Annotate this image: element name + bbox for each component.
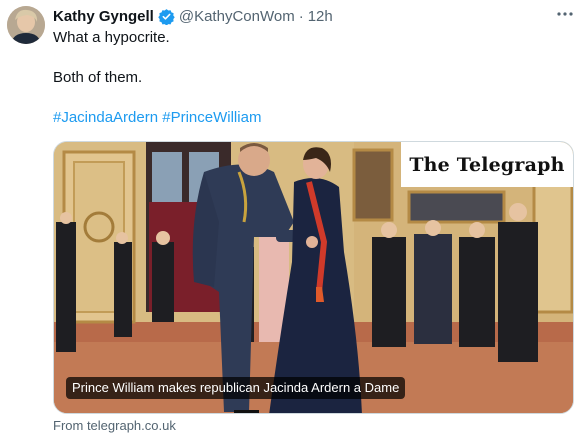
publisher-logo-text: The Telegraph — [409, 153, 565, 176]
tweet-text-line-2: Both of them. — [53, 69, 143, 86]
author-handle[interactable]: @KathyConWom — [179, 8, 295, 25]
avatar[interactable] — [7, 6, 45, 44]
card-caption: Prince William makes republican Jacinda … — [66, 377, 406, 399]
hashtag-link[interactable]: #PrinceWilliam — [162, 109, 261, 126]
card-source-link[interactable]: From telegraph.co.uk — [53, 418, 176, 433]
tweet-text-line-1: What a hypocrite. — [53, 29, 170, 46]
publisher-logo: The Telegraph — [401, 142, 573, 187]
avatar-image — [7, 6, 45, 44]
hashtag-list: #JacindaArdern #PrinceWilliam — [53, 108, 261, 128]
tweet[interactable]: Kathy Gyngell @KathyConWom · 12h What a … — [0, 0, 580, 437]
verified-badge-icon — [158, 8, 175, 25]
header-separator: · — [298, 7, 304, 25]
author-name[interactable]: Kathy Gyngell — [53, 8, 154, 25]
more-options-icon[interactable] — [552, 4, 578, 24]
tweet-timestamp[interactable]: 12h — [308, 8, 333, 25]
hashtag-link[interactable]: #JacindaArdern — [53, 109, 158, 126]
tweet-header: Kathy Gyngell @KathyConWom · 12h — [53, 6, 333, 26]
link-preview-card[interactable]: The Telegraph Prince William makes repub… — [53, 141, 574, 414]
